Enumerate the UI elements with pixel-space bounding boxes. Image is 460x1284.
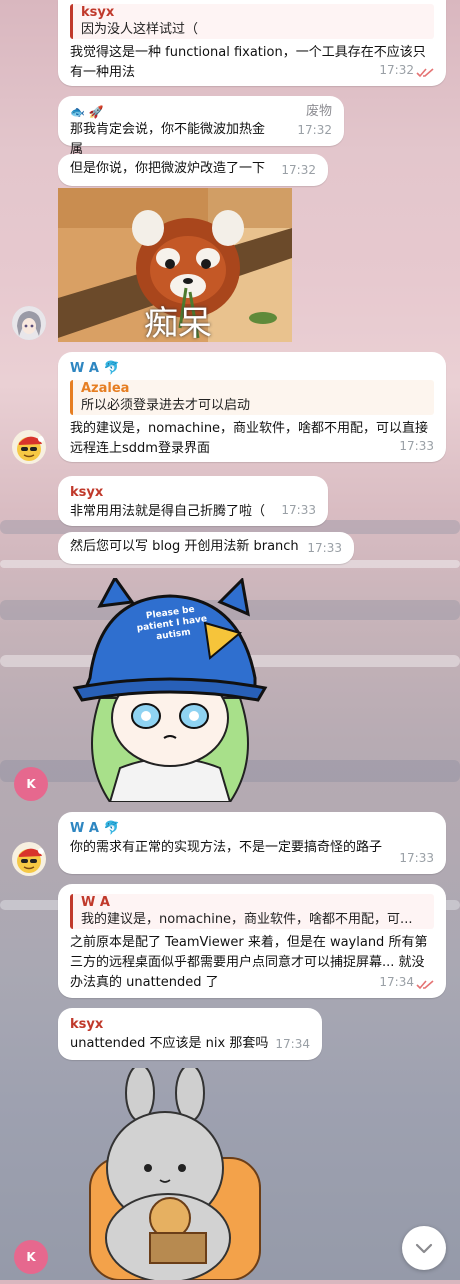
user-avatar[interactable] bbox=[12, 430, 46, 464]
sender-name[interactable]: W A 🐬 bbox=[70, 820, 434, 838]
message-time: 17:34 bbox=[275, 1037, 310, 1051]
message-time: 17:32 bbox=[281, 163, 316, 177]
quote-sender: ksyx bbox=[81, 5, 115, 20]
message-text: 非常用用法就是得自己折腾了啦（ bbox=[70, 504, 266, 519]
chevron-down-icon bbox=[415, 1243, 433, 1254]
quote-text: 我的建议是，nomachine，商业软件，啥都不用配，可... bbox=[81, 912, 413, 927]
sticker-bunny[interactable] bbox=[80, 1064, 270, 1283]
user-avatar-k[interactable]: K bbox=[14, 767, 48, 801]
sticker-red-panda[interactable]: 痴呆 bbox=[58, 188, 292, 344]
message-bubble[interactable]: 但是你说，你把微波炉改造了一下 17:32 bbox=[58, 154, 328, 186]
bunny-image bbox=[89, 1064, 261, 1283]
user-avatar-k[interactable]: K bbox=[14, 1240, 48, 1274]
quote-text: 所以必须登录进去才可以启动 bbox=[81, 398, 251, 413]
message-time: 17:32 bbox=[297, 123, 332, 137]
anime-girl-avatar-icon bbox=[12, 306, 46, 340]
message-bubble[interactable]: ksyx 因为没人这样试过（ 我觉得这是一种 functional fixati… bbox=[58, 0, 446, 86]
message-bubble[interactable]: ksyx 非常用用法就是得自己折腾了啦（ 17:33 bbox=[58, 476, 328, 526]
message-time: 17:34 bbox=[379, 975, 414, 989]
message-time: 17:33 bbox=[307, 541, 342, 555]
sender-tag: 废物 bbox=[305, 104, 332, 119]
user-avatar[interactable] bbox=[12, 842, 46, 876]
reply-quote[interactable]: Azalea 所以必须登录进去才可以启动 bbox=[70, 380, 434, 415]
message-time: 17:33 bbox=[399, 439, 434, 453]
message-bubble[interactable]: W A 我的建议是，nomachine，商业软件，啥都不用配，可... 之前原本… bbox=[58, 884, 446, 998]
santa-emoji-avatar-icon bbox=[17, 436, 44, 461]
message-bubble[interactable]: 🐟 🚀 废物 那我肯定会说，你不能微波加热金属 17:32 bbox=[58, 96, 344, 157]
sender-name[interactable]: ksyx bbox=[70, 1016, 310, 1034]
message-text: 我的建议是，nomachine，商业软件，啥都不用配，可以直接远程连上sddm登… bbox=[70, 421, 429, 456]
message-text: 但是你说，你把微波炉改造了一下 bbox=[70, 161, 266, 176]
reply-quote[interactable]: ksyx 因为没人这样试过（ bbox=[70, 4, 434, 39]
reply-quote[interactable]: W A 我的建议是，nomachine，商业软件，啥都不用配，可... bbox=[70, 894, 434, 929]
quote-text: 因为没人这样试过（ bbox=[81, 22, 199, 37]
sender-emoji: 🐟 🚀 bbox=[70, 105, 104, 119]
quote-sender: Azalea bbox=[81, 381, 130, 396]
message-text: 然后您可以写 blog 开创用法新 branch bbox=[70, 539, 299, 554]
message-bubble[interactable]: ksyx unattended 不应该是 nix 那套吗 17:34 bbox=[58, 1008, 322, 1060]
quote-sender: W A bbox=[81, 895, 110, 910]
sticker-caption: 痴呆 bbox=[144, 304, 212, 344]
message-bubble[interactable]: W A 🐬 你的需求有正常的实现方法，不是一定要搞奇怪的路子 17:33 bbox=[58, 812, 446, 874]
scroll-down-button[interactable] bbox=[402, 1226, 446, 1270]
double-check-icon bbox=[416, 980, 434, 990]
double-check-icon bbox=[416, 68, 434, 78]
sender-name[interactable]: ksyx bbox=[70, 484, 316, 502]
message-time: 17:33 bbox=[281, 503, 316, 517]
message-text: unattended 不应该是 nix 那套吗 bbox=[70, 1036, 269, 1051]
user-avatar[interactable] bbox=[12, 306, 46, 340]
sticker-cap-girl[interactable]: Please be patient I have autism bbox=[70, 575, 270, 803]
message-time: 17:32 bbox=[379, 63, 414, 77]
message-text: 你的需求有正常的实现方法，不是一定要搞奇怪的路子 bbox=[70, 840, 383, 855]
message-bubble[interactable]: W A 🐬 Azalea 所以必须登录进去才可以启动 我的建议是，nomachi… bbox=[58, 352, 446, 462]
message-time: 17:33 bbox=[399, 851, 434, 865]
message-bubble[interactable]: 然后您可以写 blog 开创用法新 branch 17:33 bbox=[58, 532, 354, 564]
santa-emoji-avatar-icon bbox=[17, 848, 44, 873]
sender-name[interactable]: W A 🐬 bbox=[70, 360, 434, 378]
